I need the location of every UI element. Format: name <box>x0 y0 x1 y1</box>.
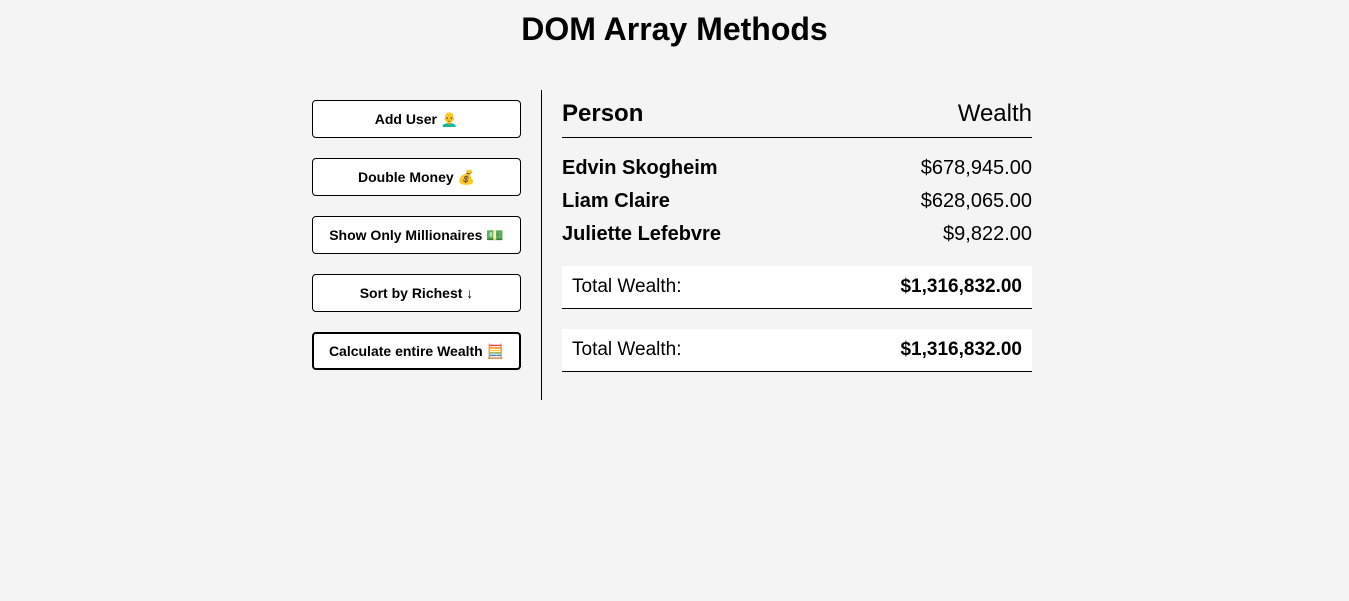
table-row: Juliette Lefebvre $9,822.00 <box>562 221 1032 254</box>
show-millionaires-button[interactable]: Show Only Millionaires 💵 <box>312 216 521 254</box>
double-money-button[interactable]: Double Money 💰 <box>312 158 521 196</box>
wealth-table: Person Wealth Edvin Skogheim $678,945.00… <box>562 90 1032 372</box>
vertical-divider <box>541 90 542 400</box>
page-title: DOM Array Methods <box>521 11 828 47</box>
person-name: Edvin Skogheim <box>562 157 718 179</box>
table-header: Person Wealth <box>562 90 1032 138</box>
person-name: Liam Claire <box>562 190 670 212</box>
person-list: Edvin Skogheim $678,945.00 Liam Claire $… <box>562 138 1032 254</box>
total-wealth-label: Total Wealth: <box>572 276 682 297</box>
total-wealth-label: Total Wealth: <box>572 339 682 360</box>
person-column-header: Person <box>562 99 644 127</box>
total-wealth-value: $1,316,832.00 <box>900 276 1022 297</box>
sort-richest-button[interactable]: Sort by Richest ↓ <box>312 274 521 312</box>
person-wealth: $678,945.00 <box>920 157 1032 179</box>
table-row: Edvin Skogheim $678,945.00 <box>562 155 1032 188</box>
calculate-wealth-button[interactable]: Calculate entire Wealth 🧮 <box>312 332 521 370</box>
add-user-button[interactable]: Add User 👨‍🦲 <box>312 100 521 138</box>
total-wealth-box: Total Wealth: $1,316,832.00 <box>562 329 1032 372</box>
total-wealth-box: Total Wealth: $1,316,832.00 <box>562 266 1032 309</box>
total-wealth-value: $1,316,832.00 <box>900 339 1022 360</box>
sidebar: Add User 👨‍🦲 Double Money 💰 Show Only Mi… <box>312 100 521 390</box>
wealth-column-header: Wealth <box>957 99 1032 127</box>
table-row: Liam Claire $628,065.00 <box>562 188 1032 221</box>
person-wealth: $628,065.00 <box>920 190 1032 212</box>
person-wealth: $9,822.00 <box>943 223 1032 245</box>
person-name: Juliette Lefebvre <box>562 223 721 245</box>
